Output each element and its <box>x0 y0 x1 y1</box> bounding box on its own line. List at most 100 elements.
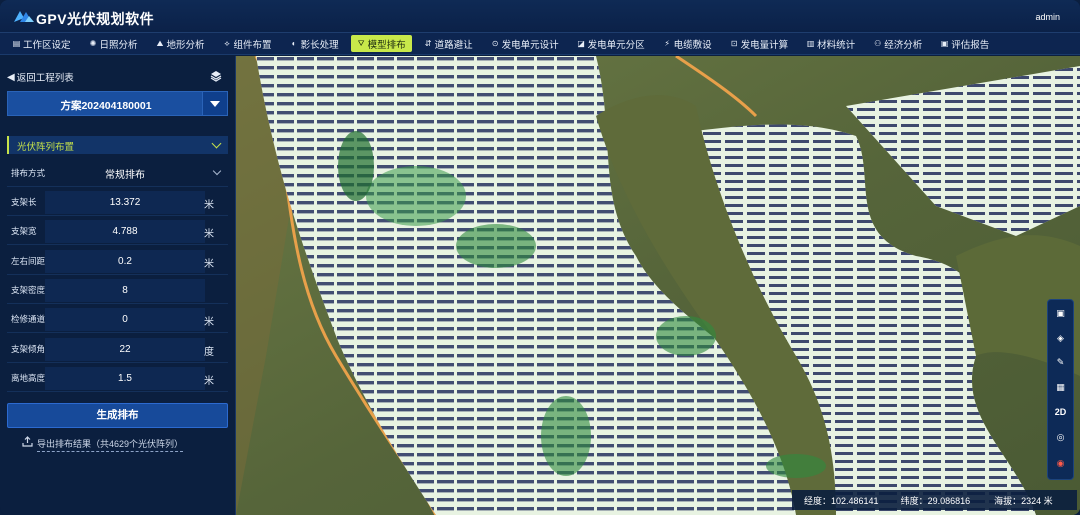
toolbar-item-label: 组件布置 <box>233 39 272 51</box>
toolbar-item-stats[interactable]: ▥ 材料统计 <box>800 35 861 52</box>
user-name[interactable]: admin <box>1035 12 1060 22</box>
export-results-link[interactable]: 导出排布结果（共4629个光伏阵列） <box>37 437 184 452</box>
main-toolbar: ▤ 工作区设定 ✺ 日照分析 ⛰ 地形分析 ⟡ 组件布置 ◐ 影长处理 ⛛ 模型排布 ⇵ 道路避让 ⊙ 发电单… <box>0 33 1080 55</box>
toolbar-item-model[interactable]: ⛛ 模型排布 <box>350 35 412 52</box>
title-bar: GPV光伏规划软件 admin <box>0 0 1080 33</box>
param-label: 支架宽 <box>11 226 37 236</box>
unit-icon: ⊙ <box>491 39 499 48</box>
toolbar-item-label: 材料统计 <box>817 39 856 51</box>
cable-icon: ⚡ <box>664 39 670 48</box>
toolbar-item-road[interactable]: ⇵ 道路避让 <box>418 35 479 52</box>
param-label: 支架密度 <box>11 285 46 295</box>
compass-icon[interactable]: ◉ <box>1048 452 1073 474</box>
toolbar-item-label: 经济分析 <box>884 39 923 51</box>
select-tool-icon[interactable]: ▣ <box>1048 302 1073 324</box>
back-label: 返回工程列表 <box>16 73 74 84</box>
param-label: 排布方式 <box>11 168 46 178</box>
report-icon: ▣ <box>940 39 949 48</box>
toolbar-item-label: 发电单元设计 <box>501 39 559 51</box>
toolbar-item-shadow[interactable]: ◐ 影长处理 <box>284 35 345 52</box>
plan-selected-value: 方案202404180001 <box>60 100 152 112</box>
terrain-icon: ⛰ <box>156 39 164 48</box>
toolbar-item-label: 地形分析 <box>166 39 205 51</box>
toolbar-item-report[interactable]: ▣ 评估报告 <box>934 35 995 52</box>
toolbar-item-label: 电缆敷设 <box>673 39 712 51</box>
stats-icon: ▥ <box>806 39 815 48</box>
param-unit: 米 <box>204 200 214 211</box>
latitude-readout: 纬度：29.086816 <box>900 495 971 506</box>
param-label: 支架倾角 <box>11 344 46 354</box>
map-view[interactable] <box>236 56 1080 515</box>
param-input[interactable]: 22 <box>45 338 205 361</box>
toolbar-item-cable[interactable]: ⚡ 电缆敷设 <box>657 35 718 52</box>
satellite-map[interactable] <box>236 56 1080 515</box>
param-input[interactable]: 0 <box>45 308 205 331</box>
longitude-readout: 经度：102.486141 <box>804 495 879 506</box>
toolbar-item-component[interactable]: ⟡ 组件布置 <box>217 35 278 52</box>
param-row: 支架长 13.372 米 <box>7 189 228 216</box>
param-unit: 米 <box>204 259 214 270</box>
sun-icon: ✺ <box>89 39 97 48</box>
param-label: 支架长 <box>11 197 37 207</box>
model-icon: ⛛ <box>357 39 365 48</box>
chevron-down-icon <box>211 138 222 149</box>
param-input[interactable]: 0.2 <box>45 250 205 273</box>
param-row: 支架倾角 22 度 <box>7 336 228 363</box>
layout-mode-select[interactable]: 常规排布 <box>45 162 205 185</box>
param-row: 排布方式 常规排布 <box>7 160 228 187</box>
app-window: GPV光伏规划软件 admin ▤ 工作区设定 ✺ 日照分析 ⛰ 地形分析 ⟡ 组件布置 ◐ 影长… <box>0 0 1080 515</box>
toolbar-item-terrain[interactable]: ⛰ 地形分析 <box>150 35 211 52</box>
app-title: GPV光伏规划软件 <box>36 11 155 27</box>
toolbar-item-label: 工作区设定 <box>23 39 71 51</box>
measure-tool-icon[interactable]: ✎ <box>1048 351 1073 373</box>
param-row: 支架密度 8 <box>7 277 228 304</box>
toolbar-item-workspace[interactable]: ▤ 工作区设定 <box>6 35 77 52</box>
toolbar-item-label: 发电量计算 <box>740 39 789 51</box>
plan-dropdown-button[interactable] <box>202 92 227 115</box>
param-label: 左右间距 <box>11 256 46 266</box>
toolbar-item-label: 发电单元分区 <box>587 39 645 51</box>
param-input[interactable]: 13.372 <box>45 191 205 214</box>
altitude-readout: 海拔：2324 米 <box>994 495 1053 506</box>
extent-tool-icon[interactable]: ▦ <box>1048 376 1073 398</box>
layers-tool-icon[interactable]: ◈ <box>1048 327 1073 349</box>
param-input[interactable]: 1.5 <box>45 367 205 390</box>
back-to-projects[interactable]: ◀ 返回工程列表 <box>7 70 74 85</box>
toolbar-item-label: 模型排布 <box>367 39 406 51</box>
param-input[interactable]: 8 <box>45 279 205 302</box>
export-icon <box>22 436 33 447</box>
economy-icon: ⚇ <box>874 39 882 48</box>
locate-icon[interactable]: ◎ <box>1048 426 1073 448</box>
param-row: 左右间距 0.2 米 <box>7 248 228 275</box>
param-unit: 度 <box>204 347 214 358</box>
partition-icon: ◪ <box>577 39 585 48</box>
coordinate-status-bar: 经度：102.486141 纬度：29.086816 海拔：2324 米 <box>792 490 1077 510</box>
component-icon: ⟡ <box>224 39 230 48</box>
app-logo-icon <box>14 11 34 22</box>
power-icon: ⊡ <box>730 39 738 48</box>
workspace-icon: ▤ <box>12 39 21 48</box>
shadow-icon: ◐ <box>291 39 297 48</box>
toolbar-item-label: 影长处理 <box>300 39 339 51</box>
plan-select[interactable]: 方案202404180001 <box>7 91 228 116</box>
section-pv-array-layout[interactable]: 光伏阵列布置 <box>7 136 228 154</box>
toolbar-item-unit[interactable]: ⊙ 发电单元设计 <box>485 35 565 52</box>
generate-layout-button[interactable]: 生成排布 <box>7 403 228 428</box>
layers-icon[interactable] <box>210 70 222 82</box>
section-title: 光伏阵列布置 <box>17 142 75 153</box>
param-row: 支架宽 4.788 米 <box>7 218 228 245</box>
toolbar-item-partition[interactable]: ◪ 发电单元分区 <box>571 35 651 52</box>
param-unit: 米 <box>204 376 214 387</box>
param-row: 离地高度 1.5 米 <box>7 365 228 392</box>
chevron-down-icon[interactable] <box>212 166 222 176</box>
map-toolbox: ▣ ◈ ✎ ▦ 2D ◎ ◉ <box>1047 299 1074 480</box>
toolbar-item-power[interactable]: ⊡ 发电量计算 <box>724 35 795 52</box>
toolbar-item-economy[interactable]: ⚇ 经济分析 <box>867 35 928 52</box>
toolbar-item-label: 日照分析 <box>99 39 138 51</box>
param-row: 检修通道宽度 0 米 <box>7 306 228 333</box>
param-input[interactable]: 4.788 <box>45 220 205 243</box>
toolbar-item-sun[interactable]: ✺ 日照分析 <box>83 35 144 52</box>
param-unit: 米 <box>204 229 214 240</box>
view-mode-2d-button[interactable]: 2D <box>1048 401 1073 423</box>
toolbar-item-label: 道路避让 <box>434 39 473 51</box>
